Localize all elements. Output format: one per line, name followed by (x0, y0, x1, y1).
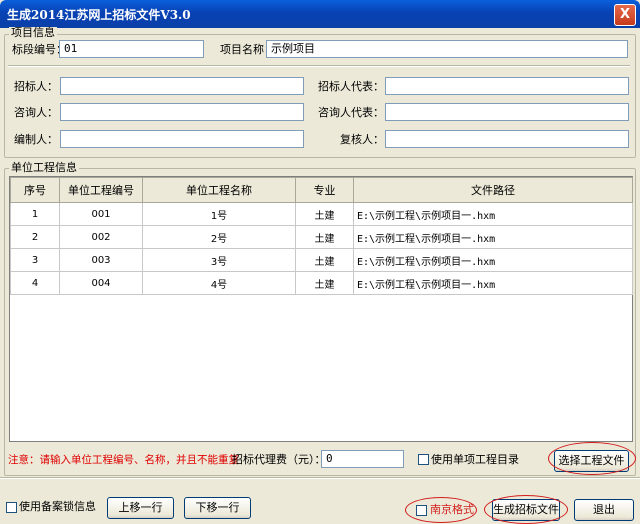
cell-unit-code[interactable]: 003 (59, 248, 143, 272)
use-record-lock-label: 使用备案锁信息 (19, 500, 96, 513)
compiler-label: 编制人： (14, 133, 58, 146)
agency-fee-label: 招标代理费（元）： (232, 453, 326, 466)
tenderer-rep-input[interactable] (385, 77, 629, 95)
nanjing-format-label: 南京格式 (430, 503, 474, 516)
cell-file-path[interactable]: E:\示例工程\示例项目一.hxm (353, 225, 633, 249)
cell-index[interactable]: 2 (10, 225, 60, 249)
close-button[interactable]: X (614, 4, 636, 26)
consultant-input[interactable] (60, 103, 304, 121)
project-info-separator (8, 65, 630, 67)
agency-fee-input[interactable]: 0 (321, 450, 404, 468)
cell-unit-name[interactable]: 3号 (142, 248, 296, 272)
cell-unit-name[interactable]: 1号 (142, 202, 296, 226)
cell-specialty[interactable]: 土建 (295, 271, 354, 295)
cell-unit-code[interactable]: 002 (59, 225, 143, 249)
table-header-row: 序号 单位工程编号 单位工程名称 专业 文件路径 (10, 177, 633, 203)
use-record-lock-checkbox[interactable] (6, 502, 17, 513)
cell-unit-code[interactable]: 001 (59, 202, 143, 226)
bottom-separator (0, 477, 640, 479)
select-file-button[interactable]: 选择工程文件 (554, 450, 629, 472)
move-up-button[interactable]: 上移一行 (107, 497, 174, 519)
close-icon: X (619, 7, 631, 22)
use-single-catalog-checkbox[interactable] (418, 454, 429, 465)
table-row[interactable]: 4 004 4号 土建 E:\示例工程\示例项目一.hxm (10, 271, 633, 295)
title-bar: 生成2014江苏网上招标文件V3.0 X (0, 0, 640, 28)
column-header-specialty[interactable]: 专业 (295, 177, 354, 203)
section-no-input[interactable]: 01 (59, 40, 204, 58)
project-info-legend: 项目信息 (9, 26, 57, 39)
exit-button[interactable]: 退出 (574, 499, 634, 521)
cell-unit-name[interactable]: 2号 (142, 225, 296, 249)
cell-index[interactable]: 1 (10, 202, 60, 226)
cell-index[interactable]: 3 (10, 248, 60, 272)
cell-specialty[interactable]: 土建 (295, 225, 354, 249)
cell-specialty[interactable]: 土建 (295, 202, 354, 226)
consultant-label: 咨询人： (14, 106, 58, 119)
generate-button[interactable]: 生成招标文件 (492, 499, 560, 521)
cell-specialty[interactable]: 土建 (295, 248, 354, 272)
tenderer-rep-label: 招标人代表： (318, 80, 384, 93)
cell-unit-code[interactable]: 004 (59, 271, 143, 295)
project-name-input[interactable]: 示例项目 (266, 40, 628, 58)
column-header-index[interactable]: 序号 (10, 177, 60, 203)
column-header-file-path[interactable]: 文件路径 (353, 177, 633, 203)
cell-file-path[interactable]: E:\示例工程\示例项目一.hxm (353, 271, 633, 295)
consultant-rep-label: 咨询人代表： (318, 106, 384, 119)
cell-index[interactable]: 4 (10, 271, 60, 295)
reviewer-label: 复核人： (340, 133, 384, 146)
tenderer-label: 招标人： (14, 80, 58, 93)
consultant-rep-input[interactable] (385, 103, 629, 121)
table-row[interactable]: 3 003 3号 土建 E:\示例工程\示例项目一.hxm (10, 248, 633, 272)
cell-unit-name[interactable]: 4号 (142, 271, 296, 295)
table-row[interactable]: 1 001 1号 土建 E:\示例工程\示例项目一.hxm (10, 202, 633, 226)
unit-grid: 序号 单位工程编号 单位工程名称 专业 文件路径 1 001 1号 土建 E:\… (9, 176, 633, 442)
cell-file-path[interactable]: E:\示例工程\示例项目一.hxm (353, 248, 633, 272)
table-row[interactable]: 2 002 2号 土建 E:\示例工程\示例项目一.hxm (10, 225, 633, 249)
compiler-input[interactable] (60, 130, 304, 148)
window-title: 生成2014江苏网上招标文件V3.0 (7, 8, 191, 22)
column-header-unit-name[interactable]: 单位工程名称 (142, 177, 296, 203)
use-single-catalog-label: 使用单项工程目录 (431, 453, 519, 466)
warning-text: 注意：请输入单位工程编号、名称，并且不能重复 (8, 454, 239, 466)
unit-table: 序号 单位工程编号 单位工程名称 专业 文件路径 1 001 1号 土建 E:\… (10, 177, 633, 295)
unit-info-legend: 单位工程信息 (9, 161, 79, 174)
nanjing-format-checkbox[interactable] (416, 505, 427, 516)
column-header-unit-code[interactable]: 单位工程编号 (59, 177, 143, 203)
tenderer-input[interactable] (60, 77, 304, 95)
reviewer-input[interactable] (385, 130, 629, 148)
move-down-button[interactable]: 下移一行 (184, 497, 251, 519)
cell-file-path[interactable]: E:\示例工程\示例项目一.hxm (353, 202, 633, 226)
